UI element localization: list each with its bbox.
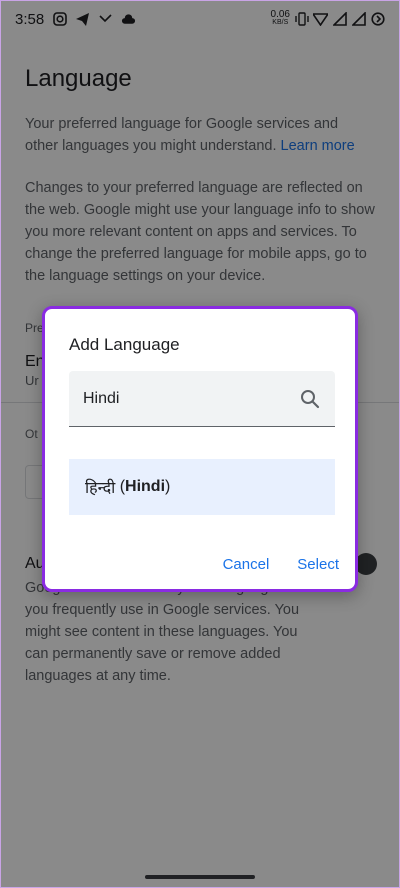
select-button[interactable]: Select	[297, 556, 339, 573]
cancel-button[interactable]: Cancel	[223, 556, 270, 573]
search-box[interactable]	[69, 371, 335, 427]
result-highlight: Hindi	[125, 478, 166, 495]
navigation-pill[interactable]	[145, 875, 255, 879]
language-settings-page: 3:58 0.06 KB/S Language Your preferred l…	[1, 1, 399, 887]
dialog-title: Add Language	[69, 335, 180, 354]
result-native: हिन्दी	[85, 480, 116, 497]
search-result-item[interactable]: हिन्दी (Hindi)	[69, 459, 335, 515]
search-input[interactable]	[83, 389, 299, 408]
search-icon[interactable]	[299, 388, 321, 410]
dialog-actions: Cancel Select	[223, 556, 339, 573]
add-language-dialog: Add Language हिन्दी (Hindi) Cancel Selec…	[42, 306, 358, 592]
